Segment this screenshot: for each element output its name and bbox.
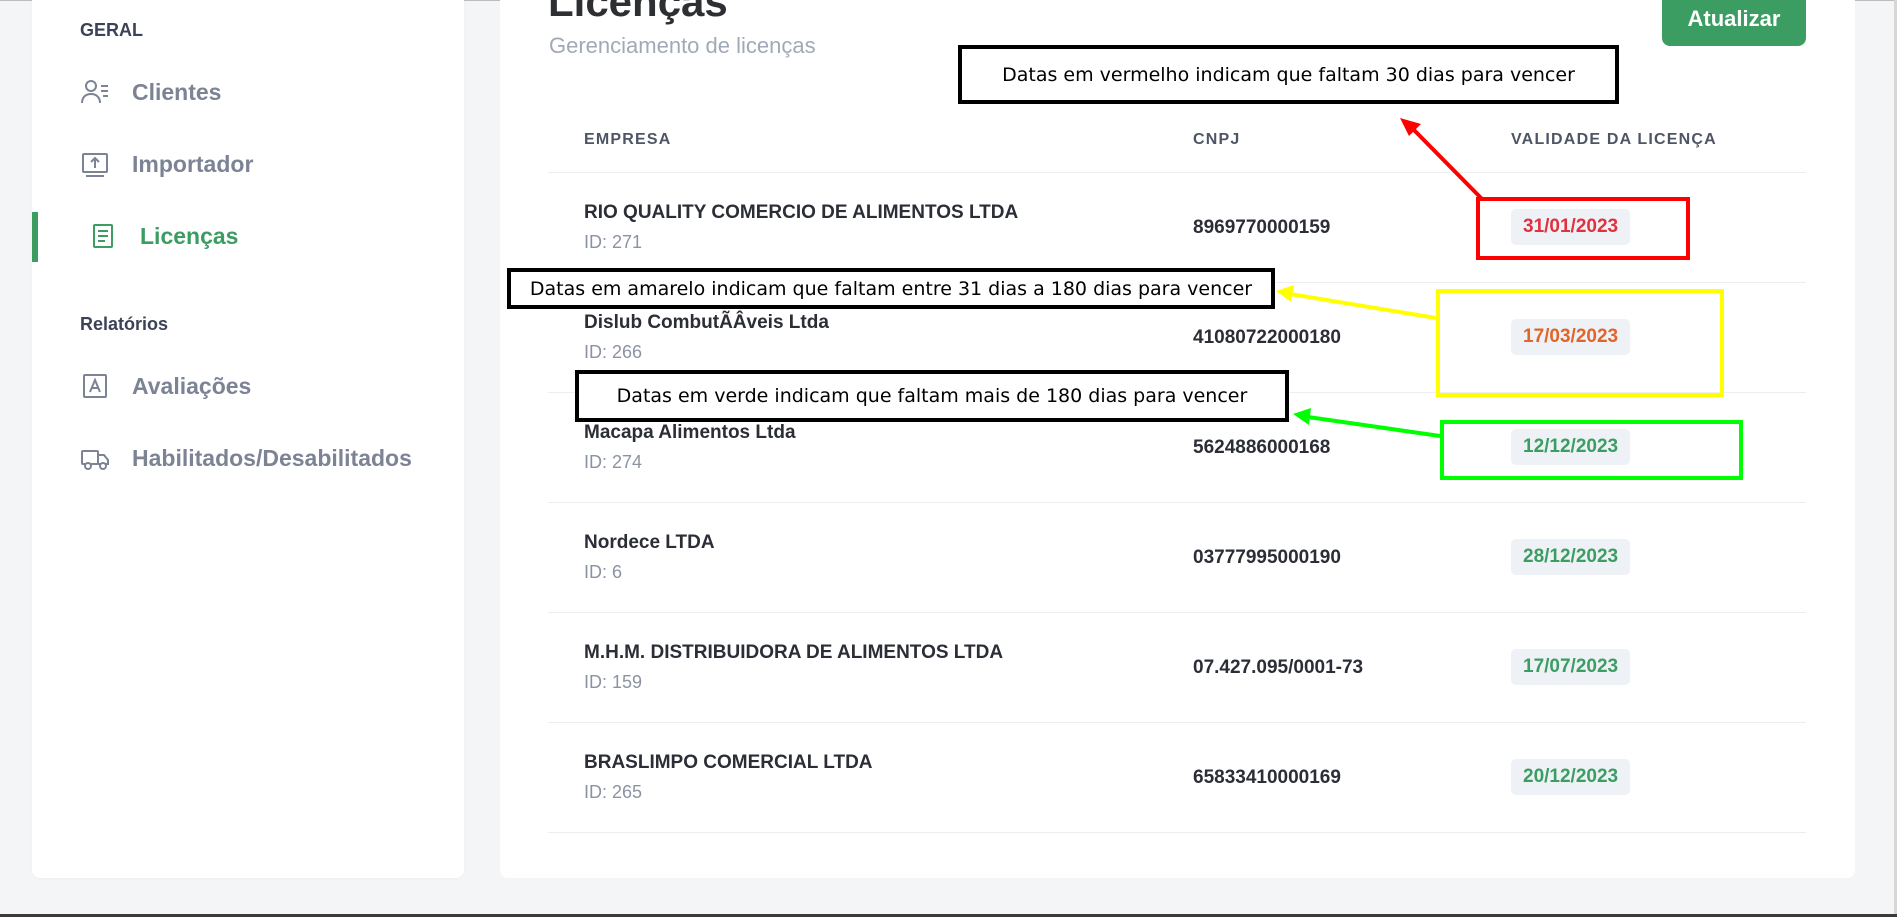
yellow-arrowhead	[1276, 285, 1294, 302]
yellow-arrow	[1289, 292, 1437, 320]
red-arrow	[1410, 126, 1484, 201]
green-arrowhead	[1293, 408, 1311, 425]
annotation-arrows	[1276, 118, 1484, 438]
green-arrow	[1307, 415, 1441, 438]
